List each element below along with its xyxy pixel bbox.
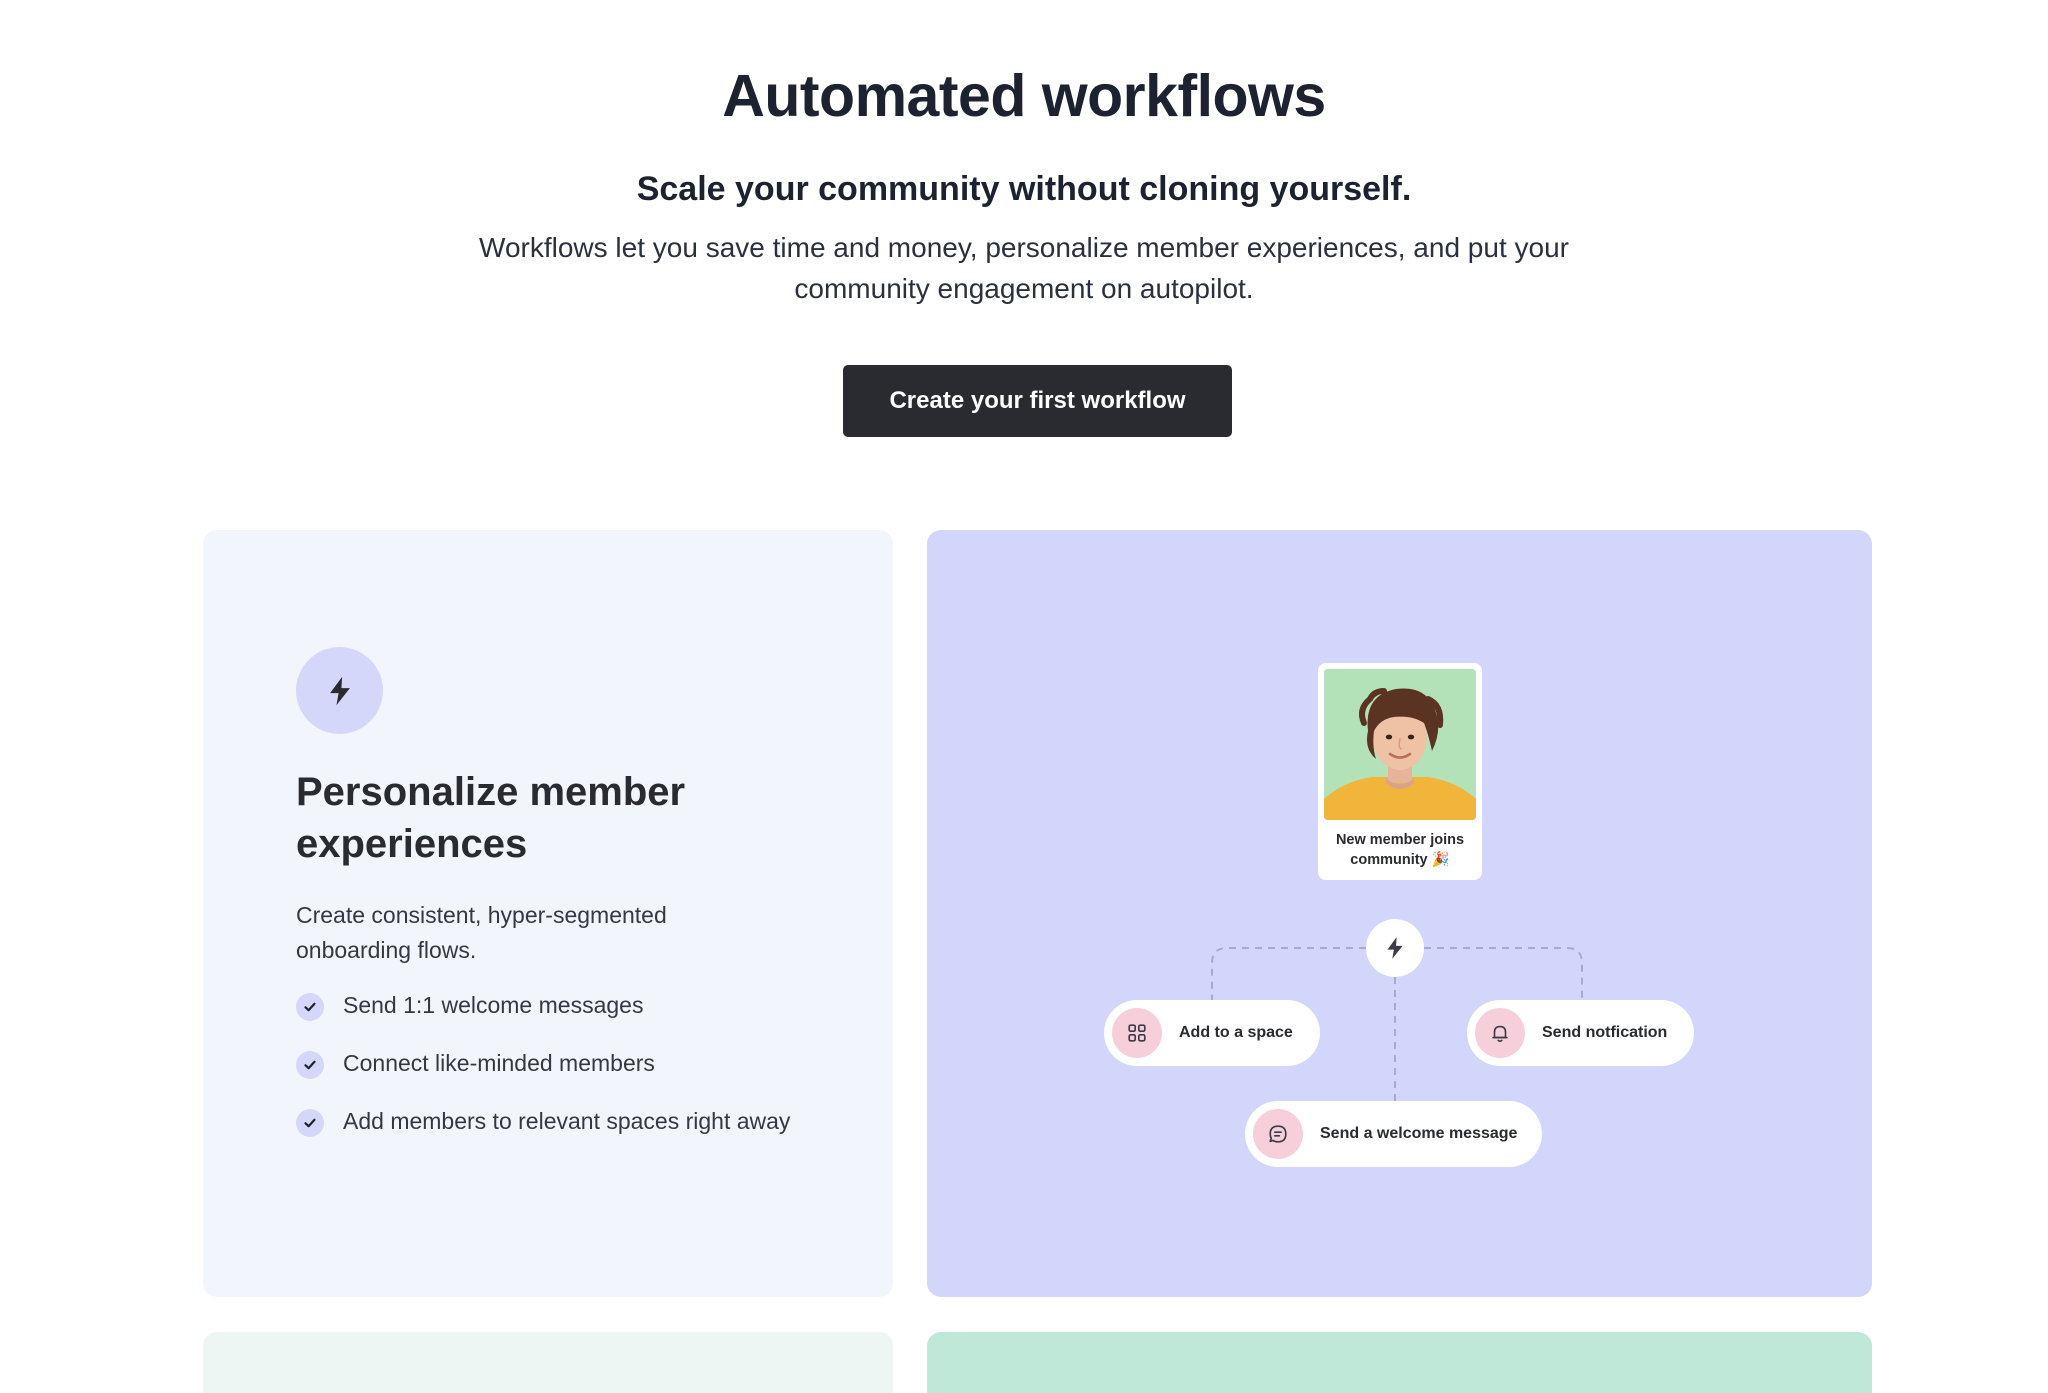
trigger-caption: New member joins community 🎉 bbox=[1335, 832, 1465, 868]
grid-icon bbox=[1112, 1008, 1162, 1058]
next-illustration-card bbox=[927, 1332, 1872, 1393]
list-item: Send 1:1 welcome messages bbox=[296, 988, 816, 1023]
hero-subtitle: Scale your community without cloning you… bbox=[636, 170, 1412, 208]
feature-description: Create consistent, hyper-segmented onboa… bbox=[296, 902, 667, 963]
action-label: Add to a space bbox=[1179, 1024, 1293, 1041]
check-icon bbox=[296, 1051, 324, 1079]
workflow-illustration: New member joins community 🎉 Add to a sp… bbox=[927, 530, 1872, 1297]
bolt-icon bbox=[1387, 937, 1403, 959]
avatar bbox=[1324, 669, 1476, 820]
list-item-label: Connect like-minded members bbox=[343, 1050, 655, 1076]
list-item-label: Add members to relevant spaces right awa… bbox=[343, 1108, 791, 1134]
workflow-hub bbox=[1366, 919, 1424, 977]
list-item: Connect like-minded members bbox=[296, 1046, 816, 1081]
page: Automated workflows Scale your community… bbox=[0, 0, 2048, 1393]
bolt-icon bbox=[329, 676, 350, 705]
action-label: Send a welcome message bbox=[1320, 1125, 1518, 1142]
check-icon bbox=[296, 993, 324, 1021]
workflow-connectors bbox=[1211, 947, 1583, 1101]
page-title: Automated workflows bbox=[722, 63, 1326, 129]
chat-icon bbox=[1253, 1109, 1303, 1159]
next-feature-card bbox=[203, 1332, 893, 1393]
action-add-to-space: Add to a space bbox=[1104, 1000, 1320, 1066]
feature-title: Personalize member experiences bbox=[296, 770, 686, 866]
feature-card: Personalize member experiences Create co… bbox=[203, 530, 893, 1297]
feature-icon-badge bbox=[296, 647, 383, 734]
feature-list: Send 1:1 welcome messages Connect like-m… bbox=[296, 988, 816, 1162]
action-send-notification: Send notfication bbox=[1467, 1000, 1694, 1066]
trigger-card: New member joins community 🎉 bbox=[1318, 663, 1482, 880]
list-item: Add members to relevant spaces right awa… bbox=[296, 1104, 816, 1139]
hero-description: Workflows let you save time and money, p… bbox=[479, 232, 1569, 304]
list-item-label: Send 1:1 welcome messages bbox=[343, 992, 644, 1018]
bell-icon bbox=[1475, 1008, 1525, 1058]
action-send-welcome-message: Send a welcome message bbox=[1245, 1101, 1542, 1167]
check-icon bbox=[296, 1109, 324, 1137]
action-label: Send notfication bbox=[1542, 1024, 1668, 1041]
create-first-workflow-button[interactable]: Create your first workflow bbox=[843, 365, 1232, 437]
